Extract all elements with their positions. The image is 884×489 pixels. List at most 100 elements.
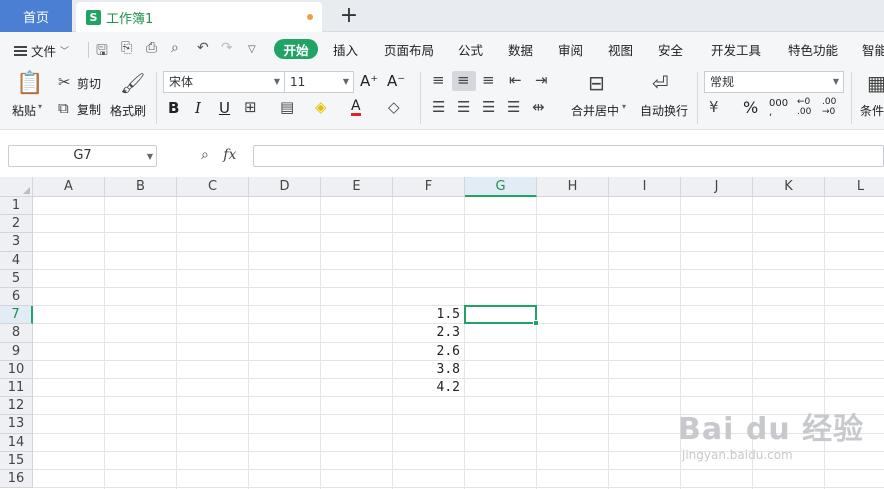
tab-special-features[interactable]: 特色功能 (788, 40, 838, 59)
column-header-c[interactable]: C (177, 177, 249, 197)
align-left-icon[interactable]: ☰ (432, 98, 445, 116)
conditional-format-button[interactable]: 条件 (860, 102, 884, 119)
paste-dropdown-icon[interactable]: ▾ (38, 102, 42, 111)
column-header-a[interactable]: A (33, 177, 105, 197)
file-menu[interactable]: 文件 ﹀ (14, 41, 69, 60)
save-icon[interactable]: 🖫 (96, 40, 108, 64)
tab-smart[interactable]: 智能 (862, 40, 884, 59)
tab-review[interactable]: 审阅 (558, 40, 583, 59)
redo-icon[interactable]: ↷ (221, 40, 233, 56)
fill-handle[interactable] (533, 320, 539, 327)
customize-quick-access-icon[interactable]: ▽ (248, 44, 256, 55)
row-header-3[interactable]: 3 (0, 233, 33, 252)
tab-page-layout[interactable]: 页面布局 (384, 40, 434, 59)
decrease-indent-icon[interactable]: ⇤ (509, 71, 522, 89)
row-header-11[interactable]: 11 (0, 379, 33, 398)
row-header-12[interactable]: 12 (0, 397, 33, 416)
decrease-decimal-icon[interactable]: .00 →0 (822, 97, 836, 117)
merge-center-button[interactable]: 合并居中 (571, 102, 619, 119)
row-header-13[interactable]: 13 (0, 415, 33, 434)
row-header-16[interactable]: 16 (0, 470, 33, 489)
row-header-1[interactable]: 1 (0, 197, 33, 216)
cell-f8[interactable]: 2.3 (393, 324, 463, 342)
cell-f10[interactable]: 3.8 (393, 361, 463, 379)
column-header-d[interactable]: D (249, 177, 321, 197)
row-header-5[interactable]: 5 (0, 269, 33, 288)
paste-icon[interactable]: 📋 (16, 71, 43, 96)
row-header-8[interactable]: 8 (0, 324, 33, 343)
undo-icon[interactable]: ↶ (197, 40, 209, 56)
bold-button[interactable]: B (168, 99, 179, 117)
column-header-l[interactable]: L (825, 177, 884, 197)
tab-developer[interactable]: 开发工具 (711, 40, 761, 59)
font-size-select[interactable]: 11 ▼ (284, 71, 354, 93)
name-box[interactable]: G7 ▼ (8, 145, 157, 167)
row-header-6[interactable]: 6 (0, 288, 33, 307)
column-header-i[interactable]: I (609, 177, 681, 197)
tab-home[interactable]: 首页 (0, 0, 72, 32)
cell-f11[interactable]: 4.2 (393, 379, 463, 397)
row-header-14[interactable]: 14 (0, 433, 33, 452)
increase-font-size-button[interactable]: A⁺ (360, 72, 378, 90)
borders-icon[interactable]: ⊞ (244, 98, 257, 116)
row-header-2[interactable]: 2 (0, 215, 33, 234)
fill-color-icon[interactable]: ◈ (315, 98, 327, 116)
underline-button[interactable]: U (219, 99, 230, 117)
cut-button[interactable]: 剪切 (77, 75, 101, 92)
cell-f7[interactable]: 1.5 (393, 306, 463, 324)
tab-formulas[interactable]: 公式 (458, 40, 483, 59)
increase-decimal-icon[interactable]: ←0.00 (797, 97, 811, 117)
row-header-9[interactable]: 9 (0, 342, 33, 361)
align-bottom-icon[interactable]: ≡ (482, 71, 495, 89)
justify-icon[interactable]: ☰ (507, 98, 520, 116)
number-format-select[interactable]: 常规 ▼ (704, 71, 844, 93)
decrease-font-size-button[interactable]: A⁻ (387, 72, 405, 90)
tab-security[interactable]: 安全 (658, 40, 683, 59)
tab-data[interactable]: 数据 (508, 40, 533, 59)
tab-insert[interactable]: 插入 (333, 40, 358, 59)
cell-style-icon[interactable]: ▤ (280, 98, 294, 116)
print-preview-icon[interactable]: ⌕ (171, 40, 179, 56)
tab-view[interactable]: 视图 (608, 40, 633, 59)
italic-button[interactable]: I (195, 99, 201, 117)
wrap-text-button[interactable]: 自动换行 (640, 102, 688, 119)
thousands-separator-icon[interactable]: 000, (769, 99, 788, 118)
eraser-icon[interactable]: ◇ (388, 98, 400, 116)
font-name-select[interactable]: 宋体 ▼ (163, 71, 285, 93)
column-header-j[interactable]: J (681, 177, 753, 197)
copy-button[interactable]: 复制 (77, 101, 101, 118)
row-header-4[interactable]: 4 (0, 251, 33, 270)
cell-f9[interactable]: 2.6 (393, 343, 463, 361)
currency-icon[interactable]: ¥ (709, 98, 719, 116)
tab-start[interactable]: 开始 (274, 39, 318, 59)
paste-button[interactable]: 粘贴 (12, 102, 36, 119)
align-center-icon[interactable]: ☰ (457, 98, 470, 116)
column-header-g[interactable]: G (465, 177, 537, 197)
new-tab-button[interactable]: + (338, 3, 360, 28)
formula-input[interactable] (253, 145, 884, 167)
active-cell-g7[interactable] (464, 305, 537, 325)
percent-button[interactable]: % (743, 98, 758, 117)
row-header-10[interactable]: 10 (0, 360, 33, 379)
export-icon[interactable]: ⎘ (121, 40, 132, 56)
column-header-f[interactable]: F (393, 177, 465, 197)
format-painter-button[interactable]: 格式刷 (110, 102, 146, 119)
align-right-icon[interactable]: ☰ (482, 98, 495, 116)
tab-workbook[interactable]: S 工作簿1 (76, 2, 322, 32)
column-header-e[interactable]: E (321, 177, 393, 197)
distributed-align-icon[interactable]: ⇹ (532, 98, 545, 116)
align-middle-icon[interactable]: ≡ (457, 71, 470, 89)
increase-indent-icon[interactable]: ⇥ (535, 71, 548, 89)
select-all-corner[interactable] (0, 177, 33, 197)
zoom-function-icon[interactable]: ⌕ (201, 147, 209, 163)
column-header-h[interactable]: H (537, 177, 609, 197)
row-header-7[interactable]: 7 (0, 306, 33, 325)
column-header-k[interactable]: K (753, 177, 825, 197)
print-icon[interactable]: ⎙ (146, 40, 157, 56)
align-top-icon[interactable]: ≡ (432, 71, 445, 89)
insert-function-button[interactable]: fx (223, 147, 236, 163)
column-header-b[interactable]: B (105, 177, 177, 197)
row-header-15[interactable]: 15 (0, 451, 33, 470)
merge-dropdown-icon[interactable]: ▾ (622, 102, 626, 111)
font-color-button[interactable]: A (351, 99, 361, 116)
